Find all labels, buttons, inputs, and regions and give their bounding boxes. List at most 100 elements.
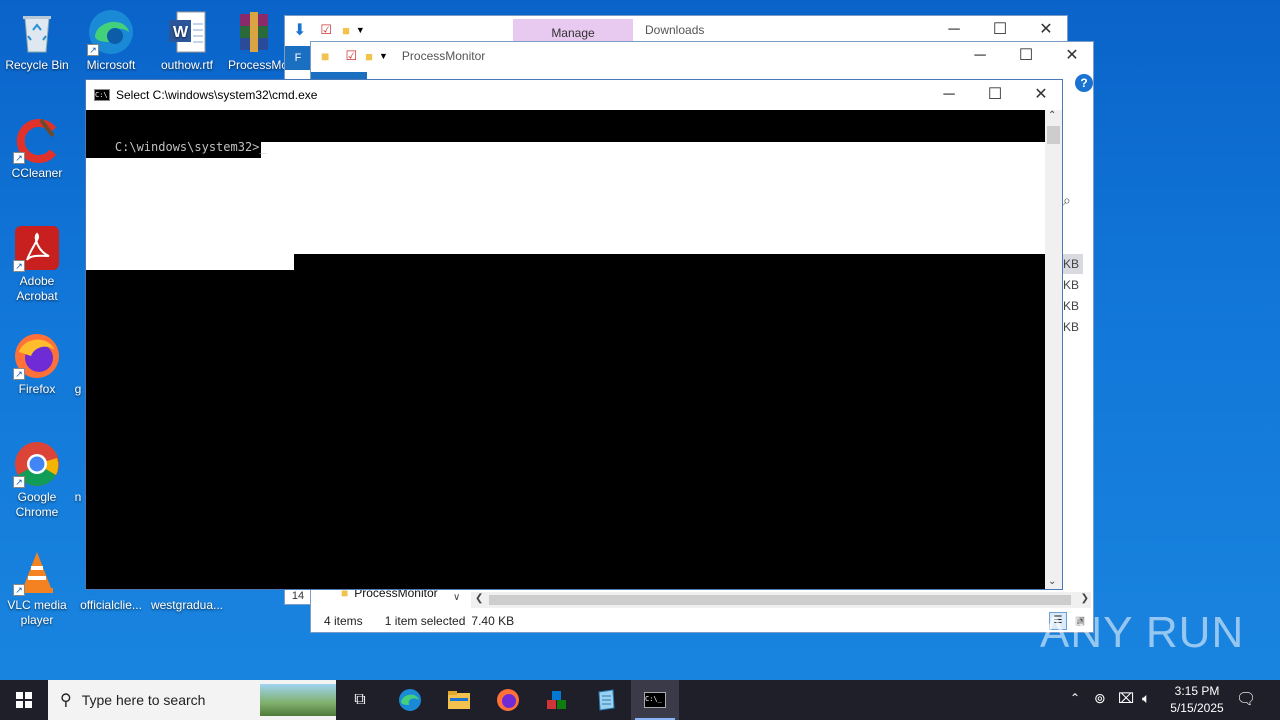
- close-button[interactable]: ✕: [1018, 80, 1064, 110]
- desktop-icon-label: Firefox: [18, 382, 56, 396]
- desktop-icon-recycle-bin[interactable]: Recycle Bin: [0, 8, 74, 73]
- word-document-icon: W: [163, 8, 211, 56]
- close-button[interactable]: ✕: [1023, 16, 1069, 44]
- tab-manage[interactable]: Manage: [513, 19, 633, 43]
- acrobat-icon: ↗: [13, 224, 61, 272]
- taskbar-search-box[interactable]: ⚲ Type here to search: [48, 680, 336, 720]
- status-size: 7.40 KB: [471, 614, 515, 628]
- winrar-archive-icon: [230, 8, 278, 56]
- desktop-icon-label: westgradua...: [150, 598, 224, 612]
- title-bar: C:\ Select C:\windows\system32\cmd.exe: [86, 80, 1062, 110]
- firefox-icon: [497, 689, 519, 711]
- minimize-button[interactable]: ─: [931, 16, 977, 44]
- scroll-up-icon[interactable]: ⌃: [1048, 110, 1056, 121]
- device-icon[interactable]: ⊚: [1094, 690, 1106, 707]
- file-explorer-icon: [448, 691, 470, 709]
- taskbar: ⚲ Type here to search ⧉ C:\_ ⌃ ⊚ ⌧ 🔈︎ 3:…: [0, 680, 1280, 720]
- network-icon[interactable]: ⌧: [1118, 690, 1134, 707]
- maximize-button[interactable]: ☐: [972, 80, 1018, 110]
- checklist-icon[interactable]: ☑: [345, 48, 357, 64]
- chevron-down-icon[interactable]: ∨: [453, 592, 460, 603]
- windows-logo-icon: [16, 692, 32, 708]
- vertical-scrollbar[interactable]: ⌃ ⌄: [1045, 110, 1062, 589]
- desktop-icon-label: outhow.rtf: [160, 58, 214, 72]
- desktop-partial-label: n: [74, 490, 82, 504]
- notifications-button[interactable]: 🗨︎: [1236, 689, 1256, 709]
- app-cubes-icon: [547, 691, 566, 709]
- minimize-button[interactable]: ─: [957, 42, 1003, 70]
- clock[interactable]: 3:15 PM 5/15/2025: [1164, 683, 1230, 717]
- desktop-icon-label: Recycle Bin: [5, 58, 69, 72]
- console-output[interactable]: C:\windows\system32>_: [86, 126, 267, 168]
- desktop-icon-firefox[interactable]: ↗ Firefox: [0, 332, 74, 397]
- volume-icon[interactable]: 🔈︎: [1142, 690, 1150, 707]
- horizontal-scrollbar[interactable]: ❮ ❯: [471, 592, 1091, 608]
- checklist-icon[interactable]: ☑: [320, 22, 332, 38]
- scroll-down-icon[interactable]: ⌄: [1048, 576, 1056, 587]
- desktop-icon-label: Microsoft Edge: [86, 58, 136, 72]
- scrollbar-thumb[interactable]: [1047, 126, 1060, 144]
- show-hidden-icons-button[interactable]: ⌃: [1070, 691, 1080, 705]
- clock-date: 5/15/2025: [1170, 701, 1224, 715]
- selection-highlight: [86, 158, 294, 270]
- scroll-left-icon[interactable]: ❮: [475, 593, 483, 604]
- clock-time: 3:15 PM: [1174, 684, 1220, 698]
- folder-icon[interactable]: ■: [342, 23, 350, 38]
- desktop-icon-adobe-acrobat[interactable]: ↗ Adobe Acrobat: [0, 224, 74, 304]
- taskbar-file-explorer-button[interactable]: [435, 680, 483, 720]
- recycle-bin-icon: [13, 8, 61, 56]
- window-title: Downloads: [645, 23, 705, 37]
- search-highlight-image: [260, 684, 336, 716]
- size-cell: KB: [1063, 254, 1083, 274]
- cmd-window[interactable]: C:\ Select C:\windows\system32\cmd.exe ─…: [85, 79, 1063, 590]
- desktop-icon-label: ProcessMc: [228, 58, 284, 72]
- notepad-icon: [598, 689, 615, 711]
- search-icon: ⚲: [60, 692, 72, 709]
- status-item-count: 4 items: [324, 614, 363, 628]
- window-title: Select C:\windows\system32\cmd.exe: [116, 88, 318, 102]
- search-placeholder: Type here to search: [81, 692, 206, 708]
- folder-icon[interactable]: ■: [365, 49, 373, 64]
- close-button[interactable]: ✕: [1049, 42, 1095, 70]
- cmd-icon: C:\_: [644, 692, 666, 708]
- desktop-icon-google-chrome[interactable]: ↗ Google Chrome: [0, 440, 74, 520]
- prompt-text: C:\windows\system32>: [114, 140, 260, 154]
- minimize-button[interactable]: ─: [926, 80, 972, 110]
- taskbar-firefox-button[interactable]: [484, 680, 532, 720]
- status-bar: 4 items 1 item selected 7.40 KB ☰ ▣: [311, 610, 1093, 632]
- selection-highlight: [261, 142, 1046, 254]
- search-icon[interactable]: ⌕: [1063, 192, 1071, 209]
- desktop-icon-label: Adobe Acrobat: [16, 274, 58, 303]
- maximize-button[interactable]: ☐: [977, 16, 1023, 44]
- taskbar-notepad-button[interactable]: [582, 680, 630, 720]
- scrollbar-thumb[interactable]: [489, 595, 1071, 605]
- desktop-icon-ccleaner[interactable]: ↗ CCleaner: [0, 116, 74, 181]
- ccleaner-icon: ↗: [13, 116, 61, 164]
- desktop-icon-edge[interactable]: ↗ Microsoft Edge: [74, 8, 148, 73]
- taskbar-app-button[interactable]: [533, 680, 581, 720]
- desktop-icon-label: Google Chrome: [15, 490, 59, 519]
- maximize-button[interactable]: ☐: [1003, 42, 1049, 70]
- chevron-down-icon[interactable]: ▼: [356, 25, 365, 35]
- help-icon[interactable]: ?: [1075, 74, 1093, 92]
- task-view-button[interactable]: ⧉: [336, 680, 384, 720]
- size-cell: KB: [1063, 320, 1080, 334]
- desktop-icon-vlc[interactable]: ↗ VLC media player: [0, 548, 74, 628]
- edge-icon: ↗: [87, 8, 135, 56]
- desktop-icon-processmonitor-archive[interactable]: ProcessMc: [224, 8, 284, 73]
- task-view-icon: ⧉: [354, 691, 366, 708]
- desktop-icon-label: VLC media player: [7, 598, 67, 627]
- scroll-right-icon[interactable]: ❯: [1081, 593, 1089, 604]
- taskbar-cmd-button[interactable]: C:\_: [631, 680, 679, 720]
- taskbar-edge-button[interactable]: [386, 680, 434, 720]
- chevron-down-icon[interactable]: ▼: [379, 51, 388, 61]
- notification-icon: 🗨︎: [1236, 691, 1257, 708]
- desktop-icon-outhow-rtf[interactable]: W outhow.rtf: [150, 8, 224, 73]
- size-cell: KB: [1063, 299, 1080, 313]
- start-button[interactable]: [0, 680, 48, 720]
- file-tab[interactable]: F: [285, 46, 311, 70]
- size-cell: KB: [1063, 278, 1080, 292]
- download-arrow-icon: ⬇: [293, 22, 307, 39]
- anyrun-watermark: ANY RUN: [1040, 608, 1245, 657]
- text-cursor: _: [259, 140, 267, 154]
